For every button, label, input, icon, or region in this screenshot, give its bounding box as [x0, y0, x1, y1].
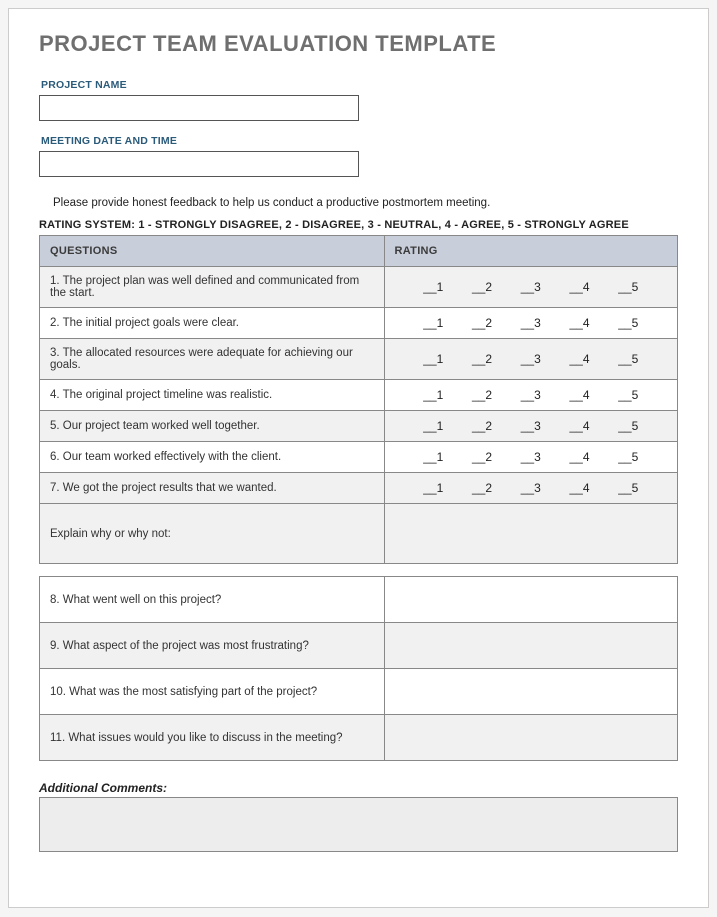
rating-cell: __1 __2 __3 __4 __5: [384, 380, 677, 411]
table-row: 2. The initial project goals were clear.…: [40, 308, 678, 339]
meeting-date-input[interactable]: [39, 151, 359, 177]
rating-option-2[interactable]: __2: [472, 481, 492, 495]
rating-option-4[interactable]: __4: [569, 419, 589, 433]
open-question-cell: 9. What aspect of the project was most f…: [40, 623, 385, 669]
explain-row: Explain why or why not:: [40, 504, 678, 564]
rating-option-1[interactable]: __1: [423, 481, 443, 495]
rating-cell: __1 __2 __3 __4 __5: [384, 339, 677, 380]
rating-option-1[interactable]: __1: [423, 450, 443, 464]
rating-option-4[interactable]: __4: [569, 388, 589, 402]
rating-option-3[interactable]: __3: [521, 388, 541, 402]
rating-option-2[interactable]: __2: [472, 388, 492, 402]
table-row: 7. We got the project results that we wa…: [40, 473, 678, 504]
table-row: 9. What aspect of the project was most f…: [40, 623, 678, 669]
question-cell: 5. Our project team worked well together…: [40, 411, 385, 442]
rating-option-5[interactable]: __5: [618, 280, 638, 294]
rating-option-3[interactable]: __3: [521, 450, 541, 464]
table-row: 11. What issues would you like to discus…: [40, 715, 678, 761]
rating-option-5[interactable]: __5: [618, 450, 638, 464]
rating-cell: __1 __2 __3 __4 __5: [384, 267, 677, 308]
meeting-date-label: MEETING DATE AND TIME: [39, 135, 678, 147]
additional-comments-label: Additional Comments:: [39, 779, 678, 798]
rating-legend: RATING SYSTEM: 1 - STRONGLY DISAGREE, 2 …: [39, 219, 678, 231]
table-row: 8. What went well on this project?: [40, 577, 678, 623]
open-questions-table: 8. What went well on this project?9. Wha…: [39, 576, 678, 761]
open-question-cell: 10. What was the most satisfying part of…: [40, 669, 385, 715]
rating-option-5[interactable]: __5: [618, 419, 638, 433]
rating-option-3[interactable]: __3: [521, 352, 541, 366]
rating-option-2[interactable]: __2: [472, 280, 492, 294]
rating-option-1[interactable]: __1: [423, 280, 443, 294]
rating-option-2[interactable]: __2: [472, 419, 492, 433]
explain-answer-cell[interactable]: [384, 504, 677, 564]
table-row: 1. The project plan was well defined and…: [40, 267, 678, 308]
rating-cell: __1 __2 __3 __4 __5: [384, 308, 677, 339]
explain-label: Explain why or why not:: [40, 504, 385, 564]
question-cell: 2. The initial project goals were clear.: [40, 308, 385, 339]
header-questions: QUESTIONS: [40, 236, 385, 267]
rating-option-4[interactable]: __4: [569, 450, 589, 464]
instruction-text: Please provide honest feedback to help u…: [53, 197, 678, 209]
project-name-input[interactable]: [39, 95, 359, 121]
table-row: 4. The original project timeline was rea…: [40, 380, 678, 411]
rating-option-5[interactable]: __5: [618, 481, 638, 495]
open-question-cell: 8. What went well on this project?: [40, 577, 385, 623]
rating-option-1[interactable]: __1: [423, 316, 443, 330]
rating-option-1[interactable]: __1: [423, 388, 443, 402]
open-answer-cell[interactable]: [384, 715, 677, 761]
question-cell: 1. The project plan was well defined and…: [40, 267, 385, 308]
project-name-label: PROJECT NAME: [39, 79, 678, 91]
rating-option-2[interactable]: __2: [472, 352, 492, 366]
rating-option-3[interactable]: __3: [521, 316, 541, 330]
additional-comments-input[interactable]: [39, 798, 678, 852]
rating-option-4[interactable]: __4: [569, 280, 589, 294]
open-answer-cell[interactable]: [384, 669, 677, 715]
question-cell: 6. Our team worked effectively with the …: [40, 442, 385, 473]
rating-option-3[interactable]: __3: [521, 419, 541, 433]
open-answer-cell[interactable]: [384, 623, 677, 669]
table-row: 10. What was the most satisfying part of…: [40, 669, 678, 715]
page-title: PROJECT TEAM EVALUATION TEMPLATE: [39, 31, 678, 57]
rating-option-5[interactable]: __5: [618, 316, 638, 330]
rating-option-1[interactable]: __1: [423, 419, 443, 433]
table-row: 3. The allocated resources were adequate…: [40, 339, 678, 380]
rating-option-4[interactable]: __4: [569, 316, 589, 330]
rated-questions-table: QUESTIONS RATING 1. The project plan was…: [39, 235, 678, 564]
rating-option-2[interactable]: __2: [472, 450, 492, 464]
rating-option-3[interactable]: __3: [521, 481, 541, 495]
rating-cell: __1 __2 __3 __4 __5: [384, 411, 677, 442]
rating-option-1[interactable]: __1: [423, 352, 443, 366]
page-container: PROJECT TEAM EVALUATION TEMPLATE PROJECT…: [8, 8, 709, 908]
question-cell: 4. The original project timeline was rea…: [40, 380, 385, 411]
question-cell: 7. We got the project results that we wa…: [40, 473, 385, 504]
rating-cell: __1 __2 __3 __4 __5: [384, 473, 677, 504]
open-answer-cell[interactable]: [384, 577, 677, 623]
rating-option-5[interactable]: __5: [618, 388, 638, 402]
table-row: 5. Our project team worked well together…: [40, 411, 678, 442]
rating-option-5[interactable]: __5: [618, 352, 638, 366]
rating-option-2[interactable]: __2: [472, 316, 492, 330]
rating-option-4[interactable]: __4: [569, 481, 589, 495]
rating-option-4[interactable]: __4: [569, 352, 589, 366]
question-cell: 3. The allocated resources were adequate…: [40, 339, 385, 380]
open-question-cell: 11. What issues would you like to discus…: [40, 715, 385, 761]
table-row: 6. Our team worked effectively with the …: [40, 442, 678, 473]
rating-cell: __1 __2 __3 __4 __5: [384, 442, 677, 473]
rating-option-3[interactable]: __3: [521, 280, 541, 294]
header-rating: RATING: [384, 236, 677, 267]
